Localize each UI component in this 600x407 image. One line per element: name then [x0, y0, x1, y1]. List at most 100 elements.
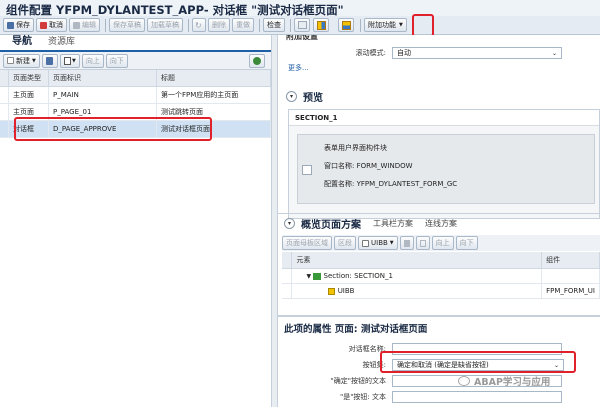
- pages-table: 页面类型 页面标识 标题 主页面 P_MAIN 第一个FPM应用的主页面 主页面…: [0, 70, 271, 138]
- cancel-button[interactable]: 取消: [36, 18, 67, 32]
- table-header-row: 元素 组件: [282, 252, 600, 269]
- properties-panel: 此项的属性 页面: 测试对话框页面 对话框名称: 按钮集: 确定和取消 (确定是…: [278, 315, 600, 407]
- scroll-mode-label: 滚动模式:: [355, 49, 386, 57]
- dialog-name-input[interactable]: [392, 343, 562, 355]
- row-selector[interactable]: [0, 120, 9, 138]
- schema-tree-table: 元素 组件 ▼ Section: SECTION_1 UIBB FPM_FORM…: [282, 252, 600, 299]
- uibb-icon: [362, 239, 369, 247]
- user-icon: [253, 56, 261, 65]
- table-header-row: 页面类型 页面标识 标题: [0, 70, 271, 87]
- uibb-preview-box: 表单用户界面构件块 窗口名称: FORM_WINDOW 配置名称: YFPM_D…: [297, 134, 595, 204]
- row-selector[interactable]: [282, 283, 293, 299]
- delete-row-button[interactable]: [41, 53, 58, 68]
- button-set-label: 按钮集:: [362, 361, 386, 369]
- cell-title: 测试对话框页面: [156, 120, 271, 138]
- general-settings-title: 附加设置: [286, 35, 318, 41]
- delete-button[interactable]: 删除: [208, 18, 230, 32]
- list-layout-icon: [297, 21, 307, 29]
- tree-node-uibb: UIBB: [291, 283, 543, 299]
- cell-title: 测试跳转页面: [156, 103, 271, 121]
- refresh-button[interactable]: ↻: [192, 18, 206, 32]
- table-row[interactable]: 主页面 P_PAGE_01 测试跳转页面: [0, 103, 271, 121]
- refresh-icon: ↻: [195, 20, 202, 30]
- column-header-component: 组件: [541, 252, 600, 269]
- delete-element-button[interactable]: [399, 236, 414, 250]
- nav-toolbar: 新建 ▼ ▼ 向上 向下: [0, 52, 271, 70]
- scroll-mode-select[interactable]: 自动 ⌄: [392, 47, 562, 59]
- navigation-panel: 导航 资源库 新建 ▼ ▼ 向上 向下 页面类型 页面标识 标题 主页面 P_MA…: [0, 35, 272, 407]
- trash-icon: [46, 56, 54, 65]
- copy-icon: [419, 239, 426, 247]
- save-draft-button[interactable]: 保存草稿: [109, 18, 145, 32]
- table-row[interactable]: ▼ Section: SECTION_1: [282, 268, 600, 284]
- yes-text-row: "是"按钮: 文本: [278, 389, 600, 405]
- cell-page-type: 对话框: [8, 120, 49, 138]
- ok-text-row: "确定"按钮的文本: [278, 373, 600, 389]
- check-button[interactable]: 检查: [263, 18, 285, 32]
- table-row[interactable]: UIBB FPM_FORM_UI: [282, 283, 600, 299]
- close-icon: [40, 21, 47, 29]
- table-row-selected[interactable]: 对话框 D_PAGE_APPROVE 测试对话框页面: [0, 120, 271, 138]
- expand-icon[interactable]: ▼: [306, 273, 311, 280]
- extras-menu-button[interactable]: 附加功能 ▼: [364, 18, 407, 32]
- chevron-down-icon: ▼: [32, 57, 36, 64]
- chevron-down-icon: ⌄: [551, 49, 557, 57]
- properties-title: 此项的属性 页面: 测试对话框页面: [284, 324, 428, 335]
- chevron-down-icon: ▼: [389, 240, 394, 246]
- nav-tabbar: 导航 资源库: [0, 35, 271, 52]
- yes-text-input[interactable]: [392, 391, 562, 403]
- tab-navigation[interactable]: 导航: [4, 30, 40, 50]
- form-uibb-icon: [302, 165, 312, 175]
- copy-element-button[interactable]: [415, 236, 430, 250]
- table-row[interactable]: 主页面 P_MAIN 第一个FPM应用的主页面: [0, 86, 271, 104]
- move-up-element-button[interactable]: 向上: [431, 236, 454, 250]
- edit-button[interactable]: 编辑: [69, 18, 100, 32]
- page-master-area-button[interactable]: 页面母板区域: [282, 236, 332, 250]
- toolbar-divider: [360, 18, 361, 32]
- row-selector[interactable]: [0, 103, 9, 121]
- tab-toolbar-schema[interactable]: 工具栏方案: [373, 218, 413, 229]
- uibb-button[interactable]: UIBB ▼: [358, 236, 398, 250]
- wechat-icon: [458, 376, 470, 386]
- pencil-icon: [73, 21, 80, 29]
- save-icon: [7, 21, 14, 29]
- rows-layout-icon: [341, 20, 351, 30]
- chevron-down-icon: ▼: [72, 57, 76, 64]
- tab-wiring-schema[interactable]: 连线方案: [425, 218, 457, 229]
- button-set-select[interactable]: 确定和取消 (确定是缺省按钮) ⌄: [392, 359, 564, 371]
- cell-title: 第一个FPM应用的主页面: [156, 86, 271, 104]
- load-draft-button[interactable]: 加载草稿: [147, 18, 183, 32]
- move-down-element-button[interactable]: 向下: [455, 236, 478, 250]
- copy-row-button[interactable]: ▼: [59, 53, 80, 68]
- row-selector[interactable]: [0, 86, 9, 104]
- redo-button[interactable]: 重做: [232, 18, 254, 32]
- new-button[interactable]: 新建 ▼: [3, 53, 40, 68]
- layout-columns-button[interactable]: [313, 18, 329, 32]
- cell-page-type: 主页面: [8, 86, 49, 104]
- trash-icon: [403, 239, 410, 247]
- collapse-icon[interactable]: ▾: [286, 91, 297, 102]
- layout-list-button[interactable]: [294, 18, 310, 32]
- row-selector-header: [282, 252, 293, 269]
- column-header-page-type: 页面类型: [8, 70, 49, 87]
- user-settings-button[interactable]: [249, 53, 265, 68]
- move-down-button[interactable]: 向下: [105, 53, 128, 68]
- collapse-icon[interactable]: ▾: [284, 218, 295, 229]
- move-up-button[interactable]: 向上: [81, 53, 104, 68]
- new-document-icon: [7, 57, 14, 64]
- cell-component: [541, 268, 600, 284]
- preview-area: SECTION_1 表单用户界面构件块 窗口名称: FORM_WINDOW 配置…: [288, 109, 600, 219]
- more-link[interactable]: 更多...: [278, 61, 600, 75]
- row-selector[interactable]: [282, 268, 293, 284]
- cell-page-id: P_PAGE_01: [48, 103, 157, 121]
- section-button[interactable]: 区段: [334, 236, 356, 250]
- preview-line-1: 表单用户界面构件块: [324, 144, 387, 152]
- column-header-element: 元素: [291, 252, 543, 269]
- cell-page-id: P_MAIN: [48, 86, 157, 104]
- ok-text-label: "确定"按钮的文本: [330, 377, 386, 385]
- layout-rows-button[interactable]: [338, 18, 354, 32]
- tab-repository[interactable]: 资源库: [40, 32, 83, 50]
- preview-line-2: 窗口名称: FORM_WINDOW: [324, 162, 413, 170]
- preview-section-header[interactable]: ▾ 预览: [280, 87, 329, 106]
- tab-overview-schema[interactable]: 概览页面方案: [301, 216, 361, 231]
